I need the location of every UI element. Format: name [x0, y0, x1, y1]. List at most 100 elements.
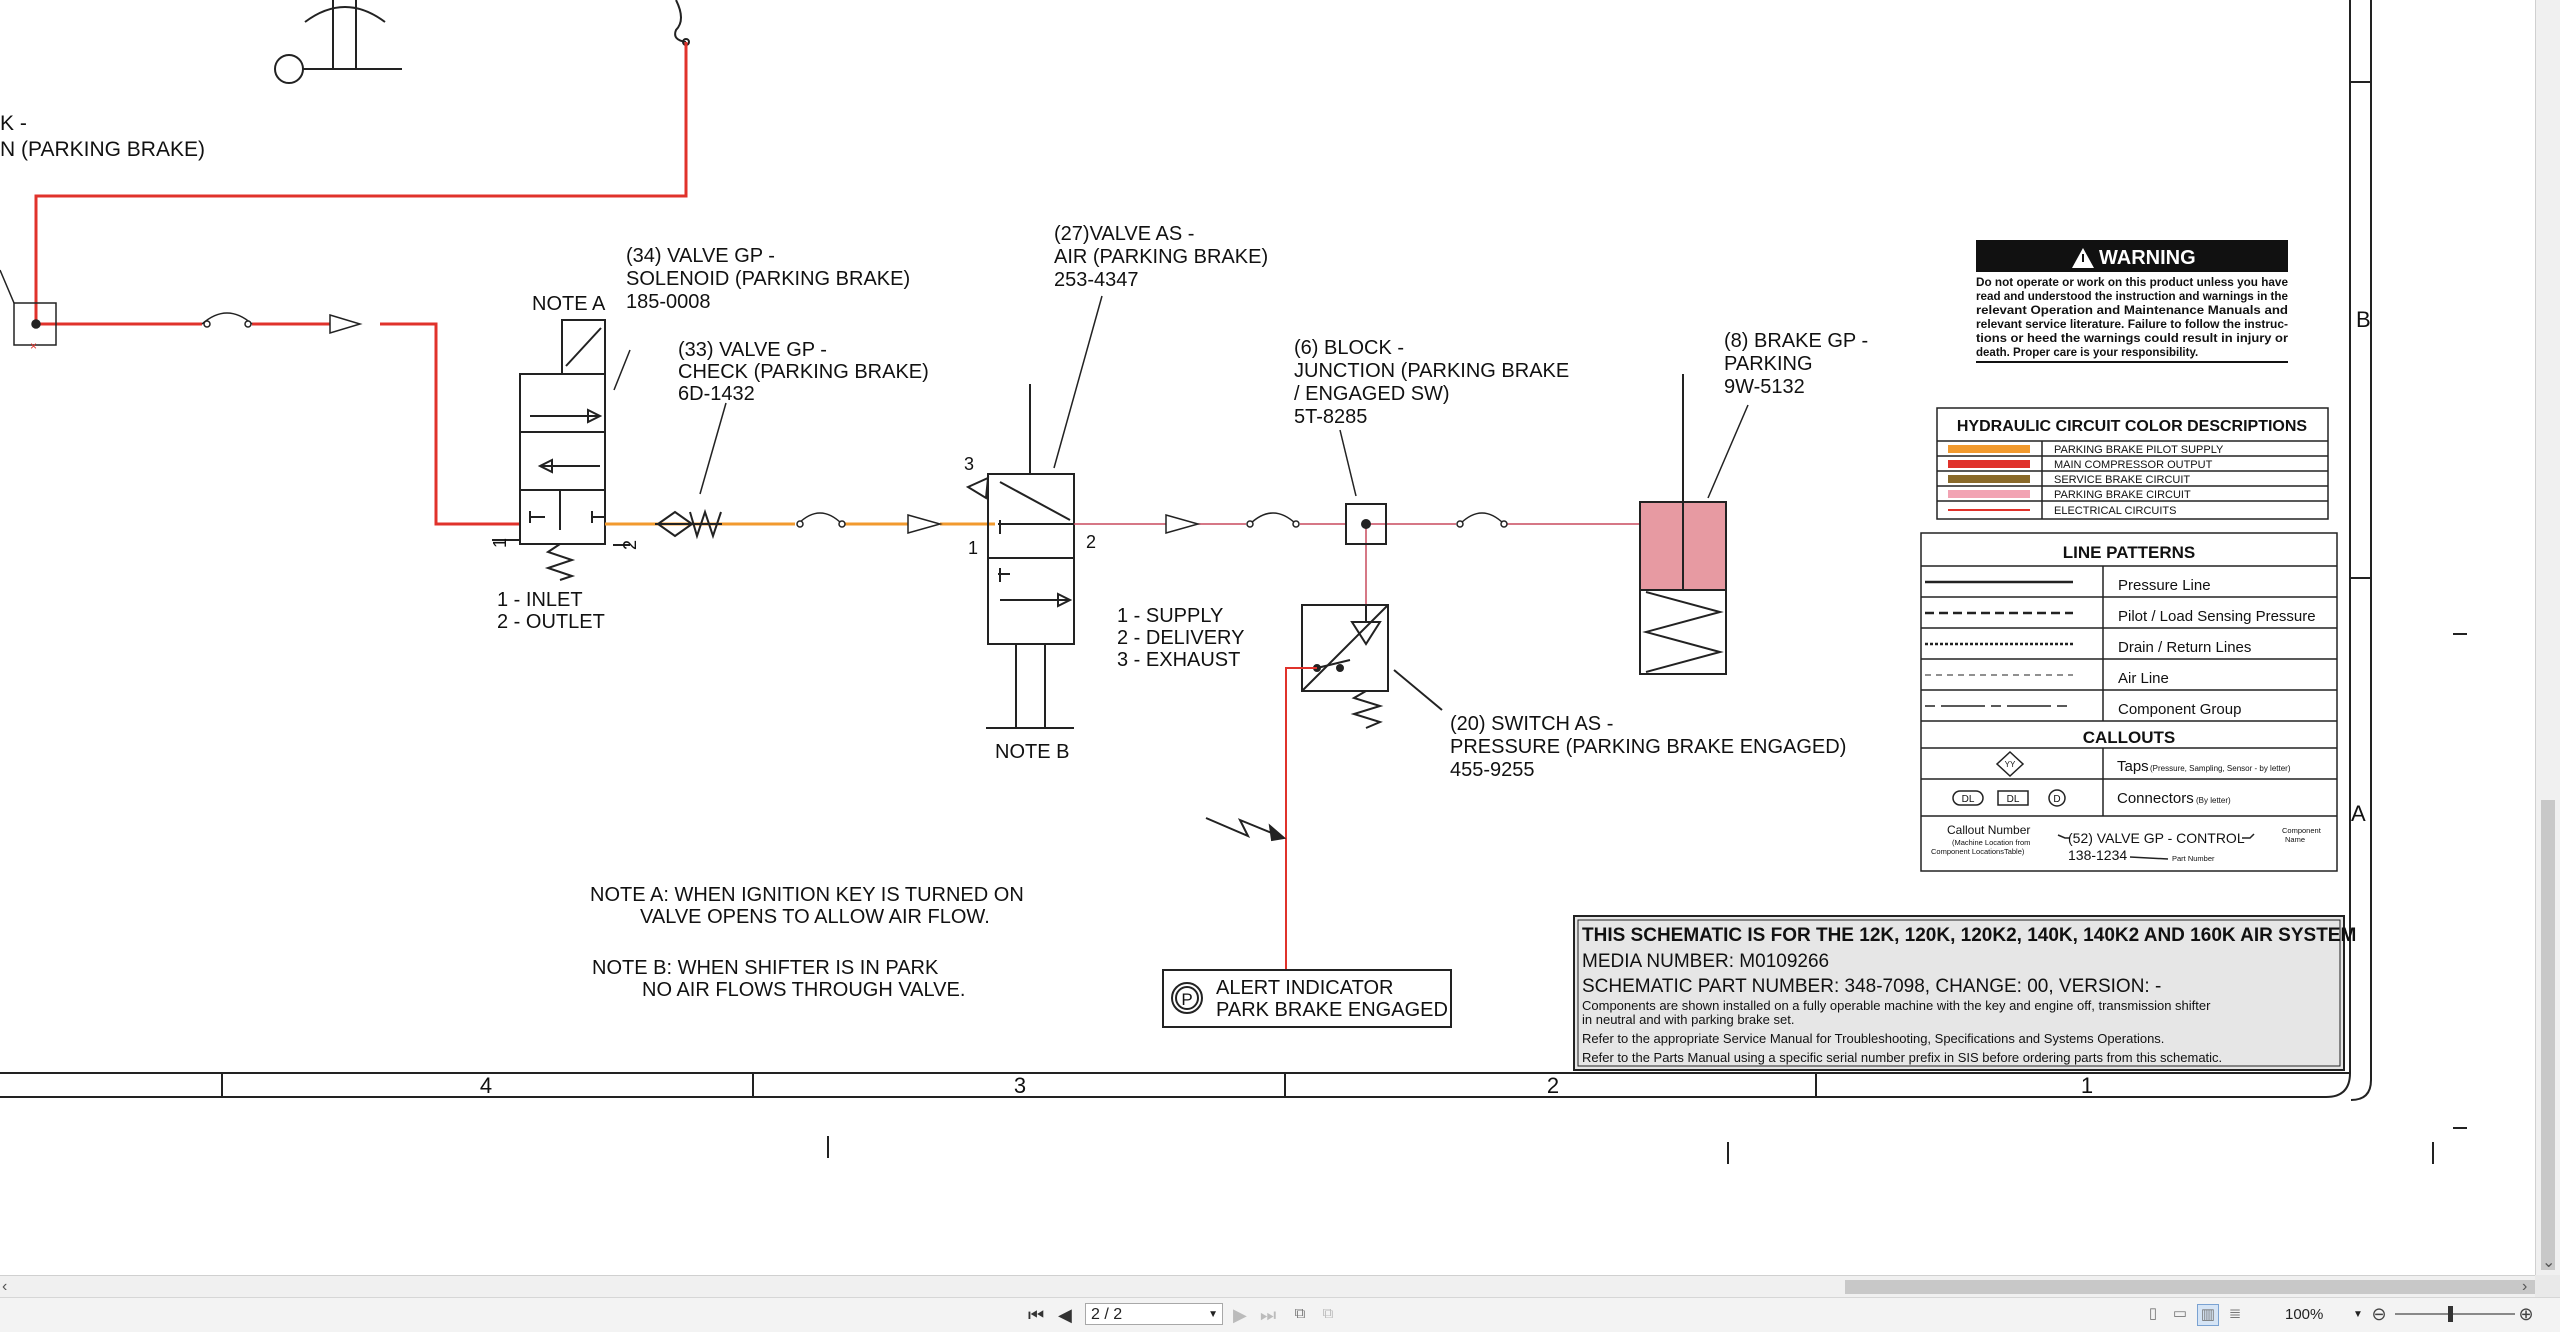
connector-d: D	[2053, 794, 2060, 805]
pattern-pressure-line: Pressure Line	[2118, 577, 2211, 594]
pattern-air-line: Air Line	[2118, 670, 2169, 687]
vertical-scroll-thumb[interactable]	[2541, 800, 2555, 1270]
scroll-down-arrow-icon[interactable]: ⌄	[2542, 1252, 2555, 1274]
next-page-button[interactable]: ▶	[1233, 1304, 1247, 1326]
color-swatch-service	[1948, 475, 2030, 483]
zone-number-3: 3	[1014, 1073, 1026, 1098]
two-page-view-icon[interactable]: ▥	[2197, 1304, 2219, 1326]
delivery-label: 2 - DELIVERY	[1117, 627, 1244, 649]
inlet-label: 1 - INLET	[497, 589, 583, 611]
color-label-electrical: ELECTRICAL CIRCUITS	[2054, 505, 2176, 517]
alert-label-2: PARK BRAKE ENGAGED	[1216, 999, 1448, 1021]
valve34-port-1: 1	[490, 538, 510, 548]
note-b-line-1: NOTE B: WHEN SHIFTER IS IN PARK	[592, 957, 939, 979]
valve27-label-3: 253-4347	[1054, 269, 1139, 291]
warning-line-1: Do not operate or work on this product u…	[1976, 277, 2288, 289]
check-valve-leader	[699, 402, 727, 495]
callout-component-label: Component	[2282, 826, 2322, 835]
connector-dl-1: DL	[1962, 794, 1975, 805]
parking-brake-8	[1639, 374, 1727, 675]
color-label-parking: PARKING BRAKE CIRCUIT	[2054, 489, 2191, 501]
last-page-button[interactable]: ⏭	[1260, 1304, 1276, 1326]
electrical-line	[1285, 667, 1317, 970]
switch20-label-3: 455-9255	[1450, 759, 1535, 781]
hydraulic-colors-title: HYDRAULIC CIRCUIT COLOR DESCRIPTIONS	[1957, 418, 2308, 435]
zoom-level[interactable]: 100%	[2285, 1303, 2345, 1327]
single-page-view-icon[interactable]: ▯	[2143, 1304, 2163, 1324]
svg-text:×: ×	[30, 339, 37, 353]
two-page-continuous-view-icon[interactable]: ≣	[2225, 1304, 2245, 1324]
switch20-label-1: (20) SWITCH AS -	[1450, 713, 1613, 735]
page-number-select[interactable]: 2 / 2 ▼	[1085, 1303, 1223, 1325]
continuous-view-icon[interactable]: ▭	[2170, 1304, 2190, 1324]
title-block-media: MEDIA NUMBER: M0109266	[1582, 951, 1829, 972]
warning-line-4: relevant service literature. Failure to …	[1976, 319, 2288, 331]
brake8-label-2: PARKING	[1724, 353, 1813, 375]
vertical-scrollbar[interactable]: ⌄	[2535, 0, 2560, 1275]
block6-label-4: 5T-8285	[1294, 406, 1367, 428]
callouts-title: CALLOUTS	[2083, 728, 2176, 747]
document-viewport[interactable]: 4 3 2 1 B A K - N (PARKING BRAKE) × NOTE…	[0, 0, 2535, 1275]
valve27-port-3: 3	[964, 454, 974, 474]
zoom-slider[interactable]	[2395, 1306, 2515, 1322]
title-block-part: SCHEMATIC PART NUMBER: 348-7098, CHANGE:…	[1582, 976, 2161, 997]
note-b-tag: NOTE B	[995, 741, 1069, 763]
title-block-header: THIS SCHEMATIC IS FOR THE 12K, 120K, 120…	[1582, 925, 2356, 946]
pattern-pilot-line: Pilot / Load Sensing Pressure	[2118, 608, 2316, 625]
harness-break-symbol	[1205, 817, 1287, 842]
pattern-component-group: Component Group	[2118, 701, 2241, 718]
warning-line-5: tions or heed the warnings could result …	[1976, 333, 2289, 345]
connectors-label: Connectors	[2117, 790, 2194, 807]
zoom-in-icon[interactable]: ⊕	[2515, 1303, 2537, 1325]
valve33-label-1: (33) VALVE GP -	[678, 339, 827, 361]
main-compressor-line	[34, 42, 688, 526]
solenoid-leader	[613, 349, 631, 391]
callout-part-arrow	[2129, 856, 2169, 860]
taps-label: Taps	[2117, 758, 2149, 775]
taps-symbol: YY	[2005, 760, 2016, 769]
color-swatch-pilot	[1948, 445, 2030, 453]
color-label-service: SERVICE BRAKE CIRCUIT	[2054, 474, 2190, 486]
note-a-line-1: NOTE A: WHEN IGNITION KEY IS TURNED ON	[590, 884, 1024, 906]
note-a-line-2: VALVE OPENS TO ALLOW AIR FLOW.	[640, 906, 990, 928]
zoom-out-icon[interactable]: ⊖	[2368, 1303, 2390, 1325]
zoom-dropdown-icon[interactable]: ▼	[2353, 1303, 2363, 1327]
prev-page-button[interactable]: ◀	[1058, 1304, 1072, 1326]
scroll-right-arrow-icon[interactable]: ›	[2522, 1276, 2527, 1298]
top-partial-symbol	[274, 0, 690, 84]
valve33-label-2: CHECK (PARKING BRAKE)	[678, 361, 929, 383]
first-page-button[interactable]: ⏮	[1028, 1304, 1044, 1326]
supply-label: 1 - SUPPLY	[1117, 605, 1223, 627]
zone-letter-a: A	[2351, 801, 2366, 826]
brake-leader	[1707, 404, 1749, 499]
valve27-port-1: 1	[968, 538, 978, 558]
callout-example: (52) VALVE GP - CONTROL	[2068, 830, 2245, 846]
alert-label-1: ALERT INDICATOR	[1216, 977, 1393, 999]
valve27-label-2: AIR (PARKING BRAKE)	[1054, 246, 1268, 268]
chevron-down-icon: ▼	[1208, 1309, 1218, 1320]
top-left-label-1: K -	[0, 112, 27, 135]
scroll-left-arrow-icon[interactable]: ‹	[2, 1276, 7, 1298]
title-block-line-2: in neutral and with parking brake set.	[1582, 1012, 1794, 1027]
valve33-label-3: 6D-1432	[678, 383, 755, 405]
horizontal-scrollbar[interactable]: ‹ ›	[0, 1275, 2535, 1298]
warning-line-6: death. Proper care is your responsibilit…	[1976, 347, 2198, 359]
title-block-line-4: Refer to the Parts Manual using a specif…	[1582, 1050, 2222, 1065]
brake8-label-1: (8) BRAKE GP -	[1724, 330, 1868, 352]
zoom-slider-thumb[interactable]	[2448, 1306, 2453, 1322]
air-valve-27	[965, 384, 1075, 729]
callout-part-number-label: Part Number	[2172, 854, 2215, 863]
rotate-view-icon[interactable]: ⧉	[1290, 1304, 1310, 1324]
valve34-label-2: SOLENOID (PARKING BRAKE)	[626, 268, 910, 290]
valve27-label-1: (27)VALVE AS -	[1054, 223, 1194, 245]
color-swatch-parking	[1948, 490, 2030, 498]
note-b-line-2: NO AIR FLOWS THROUGH VALVE.	[642, 979, 965, 1001]
left-junction: ×	[0, 269, 57, 353]
callout-sub-1: (Machine Location from	[1952, 838, 2030, 847]
block6-label-2: JUNCTION (PARKING BRAKE	[1294, 360, 1569, 382]
horizontal-scroll-thumb[interactable]	[1845, 1280, 2535, 1294]
copy-view-icon[interactable]: ⧉	[1318, 1304, 1338, 1324]
zone-number-4: 4	[480, 1073, 492, 1098]
page-number-value: 2 / 2	[1091, 1306, 1123, 1323]
callout-sub-2: Component LocationsTable)	[1931, 847, 2025, 856]
